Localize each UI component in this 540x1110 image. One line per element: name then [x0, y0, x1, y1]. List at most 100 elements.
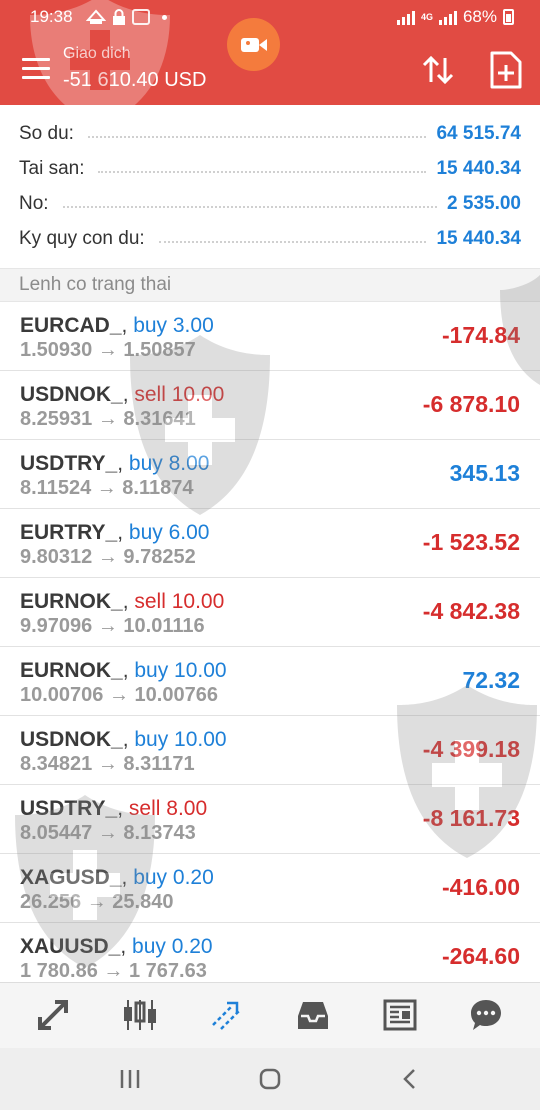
account-summary: So du: 64 515.74 Tai san: 15 440.34 No: …: [0, 105, 540, 268]
position-profit: 72.32: [462, 667, 520, 693]
screenshot-icon: [132, 9, 150, 25]
position-prices: 10.00706 → 10.00766: [20, 684, 218, 706]
position-row[interactable]: EURTRY_, buy 6.00 9.80312 → 9.78252 -1 5…: [0, 509, 540, 578]
position-volume: buy 10.00: [134, 659, 227, 682]
recent-apps-icon: [120, 1070, 140, 1088]
position-row[interactable]: XAUUSD_, buy 0.20 1 780.86 → 1 767.63 -2…: [0, 923, 540, 982]
battery-level: 68%: [462, 7, 497, 26]
position-profit: 345.13: [449, 460, 520, 486]
position-volume: sell 10.00: [134, 590, 225, 613]
position-prices: 8.11524 → 8.11874: [20, 477, 194, 499]
trade-icon: [212, 1001, 240, 1030]
chat-icon: [471, 1000, 501, 1030]
position-volume: buy 6.00: [128, 521, 210, 544]
position-profit: -264.60: [441, 943, 520, 969]
position-symbol: EURCAD_: [20, 314, 122, 337]
quotes-icon: [38, 1000, 68, 1030]
position-prices: 8.34821 → 8.31171: [20, 753, 195, 775]
notification-icons: [86, 8, 167, 26]
section-title: Lenh co trang thai: [19, 274, 172, 295]
status-right: 4G 68%: [396, 7, 514, 27]
app-screen: 19:38 4G 68% Giao dich -51 610.40 USD So…: [0, 0, 540, 1110]
lock-icon: [113, 8, 125, 25]
inbox-icon: [298, 1002, 328, 1029]
summary-row-free-margin: Ky quy con du: 15 440.34: [19, 224, 521, 254]
position-volume: sell 8.00: [128, 797, 208, 820]
balance-label: So du:: [19, 123, 74, 144]
status-time: 19:38: [30, 7, 73, 26]
position-prices: 1.50930 → 1.50857: [20, 339, 196, 361]
position-profit: -8 161.73: [422, 805, 520, 831]
positions-list: EURCAD_, buy 3.00 1.50930 → 1.50857 -174…: [0, 302, 540, 982]
back-icon: [403, 1069, 415, 1089]
position-row[interactable]: XAGUSD_, buy 0.20 26.256 → 25.840 -416.0…: [0, 854, 540, 923]
free-margin-value: 15 440.34: [436, 228, 521, 249]
position-symbol: EURNOK_: [20, 590, 123, 613]
position-volume: buy 3.00: [133, 314, 214, 337]
position-symbol: USDTRY_: [20, 452, 118, 475]
more-notifications-icon: [162, 14, 167, 20]
tab-history[interactable]: [293, 995, 333, 1035]
position-symbol: XAUUSD_: [20, 935, 121, 958]
position-volume: buy 0.20: [132, 935, 213, 958]
position-profit: -4 399.18: [422, 736, 520, 762]
position-row[interactable]: EURNOK_, buy 10.00 10.00706 → 10.00766 7…: [0, 647, 540, 716]
tab-trade[interactable]: [207, 995, 247, 1035]
dotted-leader: [62, 206, 438, 208]
home-button[interactable]: [250, 1064, 290, 1094]
position-prices: 1 780.86 → 1 767.63: [20, 960, 207, 982]
summary-row-balance: So du: 64 515.74: [19, 119, 521, 149]
network-type: 4G: [420, 11, 433, 22]
position-symbol: EURNOK_: [20, 659, 123, 682]
sort-button[interactable]: [420, 52, 456, 88]
battery-icon: [503, 9, 514, 25]
news-icon: [383, 999, 417, 1031]
position-row[interactable]: USDTRY_, buy 8.00 8.11524 → 8.11874 345.…: [0, 440, 540, 509]
margin-value: 2 535.00: [447, 193, 521, 214]
video-camera-icon: [240, 37, 267, 52]
position-profit: -174.84: [441, 322, 520, 348]
tab-chat[interactable]: [466, 995, 506, 1035]
summary-row-margin: No: 2 535.00: [19, 189, 521, 219]
recent-apps-button[interactable]: [110, 1064, 150, 1094]
position-volume: buy 0.20: [133, 866, 214, 889]
total-profit: -51 610.40 USD: [63, 69, 207, 91]
tab-news[interactable]: [380, 995, 420, 1035]
position-volume: buy 10.00: [134, 728, 227, 751]
positions-section-header: Lenh co trang thai: [0, 268, 540, 302]
position-symbol: USDNOK_: [20, 728, 123, 751]
back-button[interactable]: [390, 1064, 430, 1094]
bottom-toolbar: [0, 982, 540, 1048]
tab-chart[interactable]: [120, 995, 160, 1035]
signal-icon-2: [438, 9, 457, 25]
menu-icon[interactable]: [22, 58, 50, 80]
equity-label: Tai san:: [19, 158, 85, 179]
position-volume: buy 8.00: [128, 452, 210, 475]
position-symbol: USDNOK_: [20, 383, 123, 406]
chart-icon: [124, 1000, 156, 1030]
position-symbol: USDTRY_: [20, 797, 118, 820]
position-row[interactable]: EURNOK_, sell 10.00 9.97096 → 10.01116 -…: [0, 578, 540, 647]
signal-icon: [396, 9, 415, 25]
position-prices: 8.25931 → 8.31641: [20, 408, 196, 430]
free-margin-label: Ky quy con du:: [19, 228, 145, 249]
tab-quotes[interactable]: [33, 995, 73, 1035]
balance-value: 64 515.74: [436, 123, 521, 144]
position-row[interactable]: EURCAD_, buy 3.00 1.50930 → 1.50857 -174…: [0, 302, 540, 371]
position-profit: -1 523.52: [422, 529, 520, 555]
position-row[interactable]: USDNOK_, buy 10.00 8.34821 → 8.31171 -4 …: [0, 716, 540, 785]
dotted-leader: [98, 171, 427, 173]
position-prices: 26.256 → 25.840: [20, 891, 174, 913]
equity-value: 15 440.34: [436, 158, 521, 179]
position-row[interactable]: USDTRY_, sell 8.00 8.05447 → 8.13743 -8 …: [0, 785, 540, 854]
sort-arrows-icon: [422, 55, 454, 85]
position-symbol: EURTRY_: [20, 521, 118, 544]
position-row[interactable]: USDNOK_, sell 10.00 8.25931 → 8.31641 -6…: [0, 371, 540, 440]
position-prices: 8.05447 → 8.13743: [20, 822, 196, 844]
new-order-button[interactable]: [489, 50, 523, 90]
screen-record-button[interactable]: [227, 18, 280, 71]
position-volume: sell 10.00: [134, 383, 225, 406]
app-header: 19:38 4G 68% Giao dich -51 610.40 USD: [0, 0, 540, 105]
alert-icon: [86, 9, 106, 24]
summary-row-equity: Tai san: 15 440.34: [19, 154, 521, 184]
